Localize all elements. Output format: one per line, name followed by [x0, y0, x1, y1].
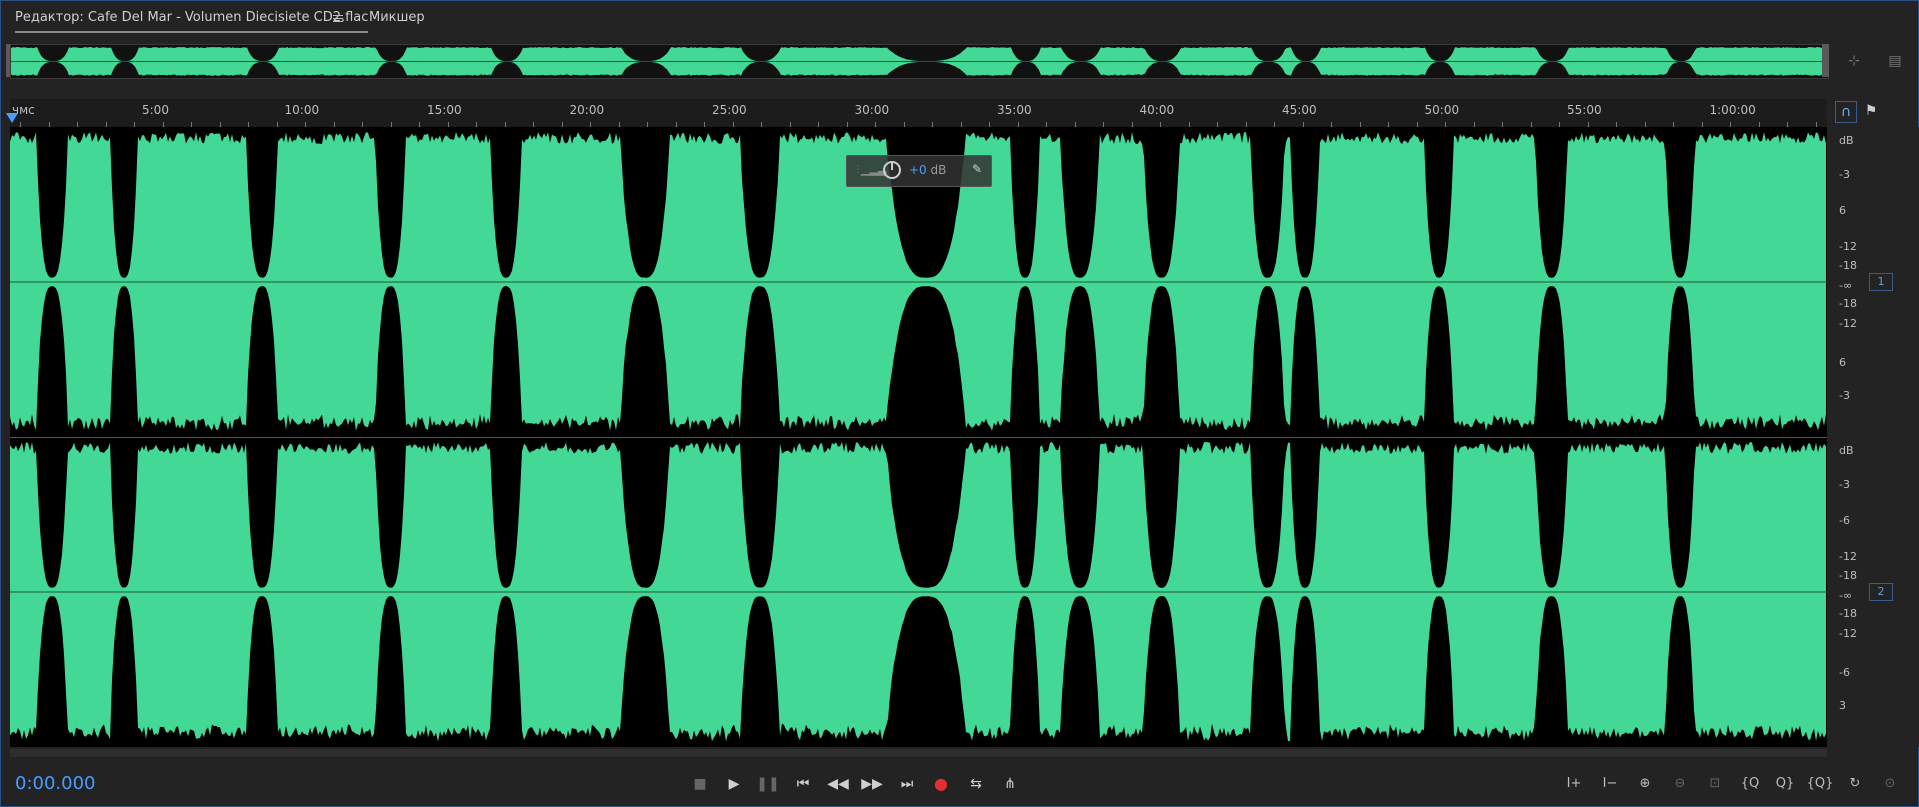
db-label: -3 [1839, 168, 1850, 181]
ruler-tick-label: 10:00 [284, 103, 320, 117]
loop-icon[interactable]: ⇆ [964, 773, 988, 795]
ruler-tick-label: 15:00 [427, 103, 462, 117]
zoom-area-icon[interactable]: ⊹ [1844, 51, 1864, 71]
zoom-reset-icon[interactable]: ↻ [1841, 773, 1869, 795]
stop-icon[interactable]: ■ [688, 773, 712, 795]
channel-badge-2[interactable]: 2 [1869, 583, 1893, 601]
zoom-extra-icon[interactable]: ⊙ [1876, 773, 1904, 795]
zoom-in-amplitude-icon[interactable]: I+ [1560, 773, 1588, 795]
db-label: -6 [1839, 666, 1850, 679]
tab-bar: Редактор: Cafe Del Mar - Volumen Diecisi… [1, 1, 1918, 38]
zoom-both-icon[interactable]: {Q} [1806, 773, 1834, 795]
db-label: -12 [1839, 240, 1857, 253]
record-icon[interactable]: ● [929, 773, 953, 795]
overview-waveform[interactable] [10, 44, 1829, 79]
skip-forward-icon[interactable]: ⏭ [895, 773, 919, 795]
overview-right-handle[interactable] [1822, 44, 1829, 77]
current-time[interactable]: 0:00.000 [15, 773, 96, 794]
db-label: -18 [1839, 569, 1857, 582]
zoom-out-time-icon[interactable]: ⊖ [1666, 773, 1694, 795]
db-label: -3 [1839, 478, 1850, 491]
db-label: 6 [1839, 356, 1846, 369]
playhead-marker[interactable] [6, 113, 18, 123]
zoom-selection-icon[interactable]: {Q [1736, 773, 1764, 795]
gain-knob[interactable] [883, 161, 901, 179]
channel-divider [10, 437, 1919, 438]
rewind-icon[interactable]: ◀◀ [826, 773, 850, 795]
play-icon[interactable]: ▶ [722, 773, 746, 795]
horizontal-scrollbar[interactable] [10, 749, 1827, 757]
zoom-in-time-icon[interactable]: ⊕ [1631, 773, 1659, 795]
gain-hud[interactable]: ⋮ ▁▂▃ +0 dB ✎ [846, 155, 992, 187]
ruler-tick-label: 55:00 [1567, 103, 1602, 117]
db-label: -18 [1839, 259, 1857, 272]
pin-icon[interactable]: ✎ [972, 162, 982, 176]
db-label: -12 [1839, 550, 1857, 563]
ruler-tick-label: 50:00 [1424, 103, 1460, 117]
ruler-tick-label: 35:00 [997, 103, 1032, 117]
db-scale: 1 2 dB -3 6 -12 -18 -∞ -18 -12 6 -3 dB -3 -6 -12 -18 -∞… [1827, 127, 1919, 747]
db-label: dB [1839, 134, 1854, 147]
ruler-tick-label: 45:00 [1282, 103, 1317, 117]
db-label: -∞ [1839, 279, 1853, 292]
db-label: -12 [1839, 317, 1857, 330]
db-label: -3 [1839, 389, 1850, 402]
channel-badge-1[interactable]: 1 [1869, 273, 1893, 291]
ruler-tick-label: 5:00 [142, 103, 169, 117]
transport-bar: 0:00.000 ■ ▶ ❚❚ ⏮ ◀◀ ▶▶ ⏭ ● ⇆ ⋔ I+ I− ⊕ … [1, 759, 1918, 806]
db-label: 6 [1839, 204, 1846, 217]
ruler-tick-label: 1:00:00 [1709, 103, 1756, 117]
db-label: -18 [1839, 297, 1857, 310]
db-label: dB [1839, 444, 1854, 457]
editor-window: Редактор: Cafe Del Mar - Volumen Diecisi… [0, 0, 1919, 807]
panel-icon[interactable]: ▤ [1885, 51, 1905, 71]
db-label: 3 [1839, 699, 1846, 712]
headphones-icon[interactable]: ∩ [1835, 101, 1857, 123]
zoom-out-full-icon[interactable]: Q} [1771, 773, 1799, 795]
db-label: -6 [1839, 514, 1850, 527]
zoom-out-amplitude-icon[interactable]: I− [1596, 773, 1624, 795]
ruler-tick-label: 40:00 [1139, 103, 1175, 117]
pause-icon[interactable]: ❚❚ [756, 773, 780, 795]
time-ruler[interactable]: чмс 5:00 10:00 15:00 20:00 25:00 30:00 35:00 40… [10, 99, 1827, 128]
ruler-tick-label: 20:00 [569, 103, 605, 117]
tab-mixer[interactable]: Микшер [369, 10, 425, 25]
skip-back-icon[interactable]: ⏮ [791, 773, 815, 795]
tab-editor[interactable]: Редактор: Cafe Del Mar - Volumen Diecisi… [15, 10, 369, 33]
marker-icon[interactable]: ⚑ [1861, 101, 1881, 121]
db-label: -18 [1839, 607, 1857, 620]
zoom-full-icon[interactable]: ⊡ [1701, 773, 1729, 795]
menu-icon[interactable] [333, 13, 343, 23]
fast-forward-icon[interactable]: ▶▶ [860, 773, 884, 795]
ruler-tick-label: 25:00 [712, 103, 747, 117]
skip-selection-icon[interactable]: ⋔ [998, 773, 1022, 795]
gain-value: +0 dB [909, 163, 947, 177]
db-label: -12 [1839, 627, 1857, 640]
db-label: -∞ [1839, 589, 1853, 602]
ruler-tick-label: 30:00 [854, 103, 890, 117]
